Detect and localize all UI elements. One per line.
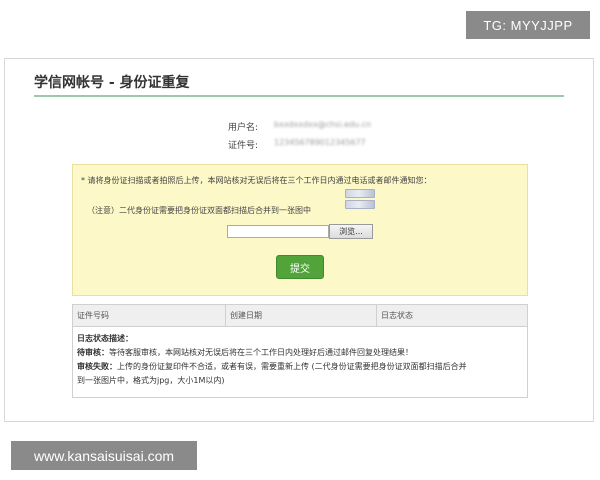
log-table: 证件号码 创建日期 日志状态 日志状态描述： 待审核：等待客服审核，本网站核对无… — [72, 304, 528, 398]
upload-instruction: * 请将身份证扫描或者拍照后上传，本网站核对无误后将在三个工作日内通过电话或者邮… — [81, 176, 432, 185]
id-card-front-icon — [345, 189, 375, 198]
pending-label: 待审核： — [77, 348, 109, 357]
upload-note: （注意）二代身份证需要把身份证双面都扫描后合并到一张图中 — [87, 206, 311, 215]
id-number-label: 证件号: — [228, 141, 259, 151]
pending-status-line: 待审核：等待客服审核，本网站核对无误后将在三个工作日内处理好后通过邮件回复处理结… — [77, 346, 523, 360]
log-table-header: 证件号码 创建日期 日志状态 — [73, 305, 527, 327]
id-card-back-icon — [345, 200, 375, 209]
failed-status-line: 审核失败：上传的身份证复印件不合适，或者有误，需要重新上传 (二代身份证需要把身… — [77, 360, 523, 374]
upload-notice-panel: * 请将身份证扫描或者拍照后上传，本网站核对无误后将在三个工作日内通过电话或者邮… — [72, 164, 528, 296]
file-path-input[interactable] — [227, 225, 329, 238]
username-label: 用户名: — [228, 123, 259, 133]
browse-button[interactable]: 浏览... — [329, 224, 373, 239]
site-watermark: www.kansaisuisai.com — [11, 441, 197, 470]
failed-status-line-cont: 到一张图片中，格式为jpg，大小1M以内) — [77, 376, 225, 385]
failed-text: 上传的身份证复印件不合适，或者有误，需要重新上传 (二代身份证需要把身份证双面都… — [117, 362, 467, 371]
status-desc-title: 日志状态描述： — [77, 334, 133, 343]
column-log-status: 日志状态 — [381, 311, 413, 320]
tg-watermark: TG: MYYJJPP — [466, 11, 590, 39]
pending-text: 等待客服审核，本网站核对无误后将在三个工作日内处理好后通过邮件回复处理结果！ — [109, 348, 413, 357]
failed-label: 审核失败： — [77, 362, 117, 371]
page-title: 学信网帐号 - 身份证重复 — [34, 75, 190, 91]
column-created-date: 创建日期 — [230, 311, 262, 320]
username-value: bxxdxxdxx@chsi.edu.cn — [274, 120, 372, 129]
submit-button[interactable]: 提交 — [276, 255, 324, 279]
id-number-value: 123456789012345677 — [274, 138, 366, 147]
title-divider — [34, 95, 564, 97]
id-card-sample-icon — [345, 189, 375, 209]
column-id-number: 证件号码 — [77, 311, 109, 320]
log-status-description: 日志状态描述： 待审核：等待客服审核，本网站核对无误后将在三个工作日内处理好后通… — [77, 332, 523, 388]
